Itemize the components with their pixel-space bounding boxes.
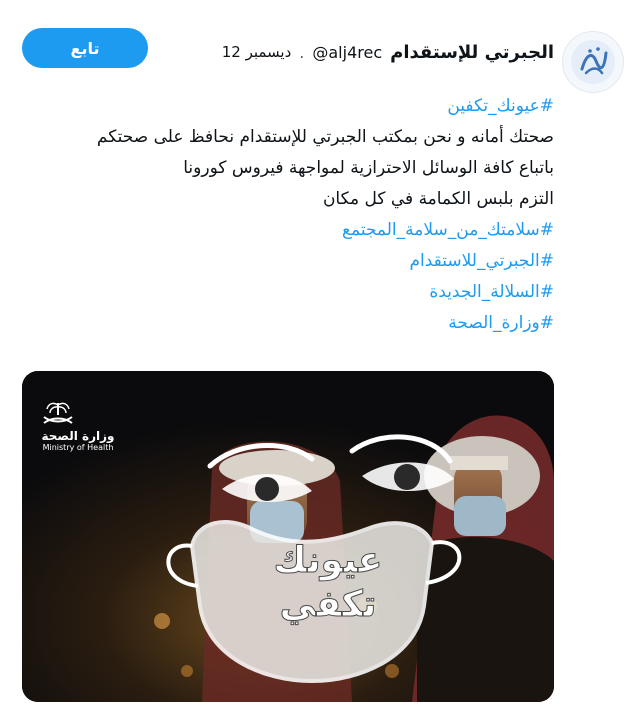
tweet-text: #عيونك_تكفين صحتك أمانه و نحن بمكتب الجب… xyxy=(34,91,554,339)
author-handle[interactable]: @alj4rec xyxy=(312,43,382,62)
tweet-text-line: التزم بلبس الكمامة في كل مكان xyxy=(322,189,554,209)
tweet-text-line: صحتك أمانه و نحن بمكتب الجبرتي للإستقدام… xyxy=(96,127,554,147)
palm-swords-icon xyxy=(43,402,73,424)
moh-logo-english: Ministry of Health xyxy=(42,443,114,452)
hashtag-link[interactable]: #الجبرتي_للاستقدام xyxy=(34,246,555,277)
tweet-media-image[interactable]: وزارة الصحة Ministry of Health عيونك تكف… xyxy=(22,371,554,702)
follow-button[interactable]: تابع xyxy=(22,28,148,68)
tweet-header: الجبرتي للإستقدام @alj4rec . 12 ديسمبر xyxy=(222,38,554,66)
author-name[interactable]: الجبرتي للإستقدام xyxy=(390,42,554,63)
campaign-slogan: عيونك تكفي xyxy=(238,539,418,627)
hashtag-link[interactable]: #السلالة_الجديدة xyxy=(34,277,554,308)
campaign-slogan-line: عيونك xyxy=(273,540,383,582)
hashtag-link[interactable]: #وزارة_الصحة xyxy=(34,308,554,339)
hashtag-link[interactable]: #سلامتك_من_سلامة_المجتمع xyxy=(34,215,554,246)
hashtag-link[interactable]: #عيونك_تكفين xyxy=(34,91,554,122)
ministry-of-health-logo: وزارة الصحة Ministry of Health xyxy=(38,401,118,452)
header-separator: . xyxy=(299,42,305,62)
calligraphy-logo-icon xyxy=(571,40,615,84)
campaign-slogan-line: تكفي xyxy=(279,584,377,626)
moh-logo-arabic: وزارة الصحة xyxy=(41,429,115,443)
post-date[interactable]: 12 ديسمبر xyxy=(222,43,292,61)
tweet-text-line: باتباع كافة الوسائل الاحترازية لمواجهة ف… xyxy=(183,158,554,178)
author-avatar[interactable] xyxy=(562,31,624,93)
